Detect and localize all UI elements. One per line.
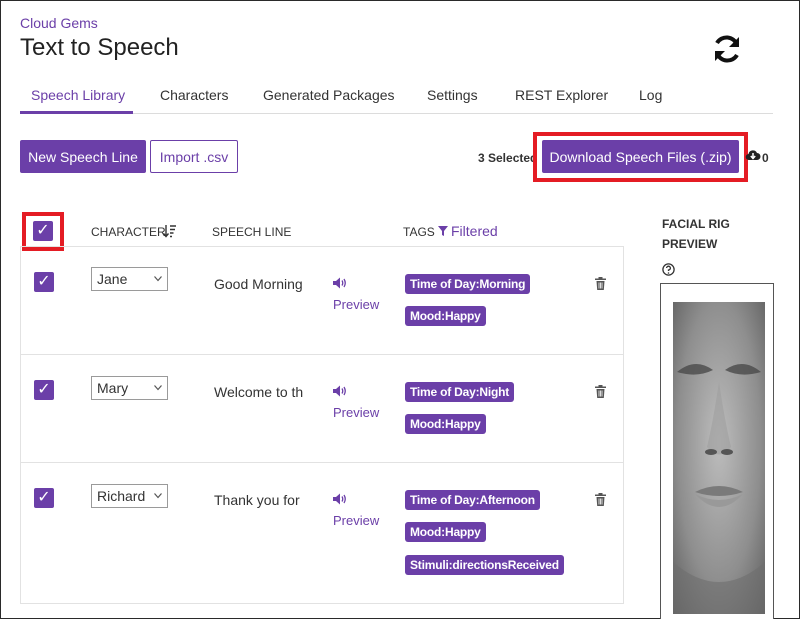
character-select-value: Jane <box>97 271 128 287</box>
download-speech-files-button[interactable]: Download Speech Files (.zip) <box>542 140 739 173</box>
speaker-icon[interactable] <box>333 277 347 289</box>
speaker-icon[interactable] <box>333 493 347 505</box>
refresh-icon[interactable] <box>710 33 744 65</box>
tag-badge[interactable]: Time of Day:Morning <box>405 274 531 294</box>
import-csv-button[interactable]: Import .csv <box>150 140 238 173</box>
speech-table <box>20 246 624 604</box>
filtered-link[interactable]: Filtered <box>451 223 498 239</box>
trash-icon[interactable] <box>595 385 606 398</box>
app-label[interactable]: Cloud Gems <box>20 15 98 31</box>
tag-badge[interactable]: Time of Day:Night <box>405 382 515 402</box>
speech-line-text[interactable]: Thank you for <box>214 492 308 508</box>
tag-badge[interactable]: Time of Day:Afternoon <box>405 490 540 510</box>
tab-speech-library[interactable]: Speech Library <box>31 87 125 103</box>
facial-rig-title-line2: PREVIEW <box>662 237 718 251</box>
tab-generated-packages[interactable]: Generated Packages <box>263 87 395 103</box>
column-character[interactable]: CHARACTER <box>91 225 166 239</box>
selected-count: 3 Selected <box>478 151 538 165</box>
trash-icon[interactable] <box>595 493 606 506</box>
facial-rig-title-line1: FACIAL RIG <box>662 217 730 231</box>
tag-badge[interactable]: Mood:Happy <box>405 414 486 434</box>
preview-link[interactable]: Preview <box>333 405 379 420</box>
character-select-richard[interactable]: Richard <box>91 484 168 508</box>
character-select-mary[interactable]: Mary <box>91 376 168 400</box>
row-checkbox-mary[interactable]: ✓ <box>34 380 54 400</box>
chevron-down-icon <box>154 276 162 282</box>
help-circle-icon[interactable] <box>662 263 675 276</box>
speech-line-text[interactable]: Welcome to th <box>214 384 308 400</box>
new-speech-line-button[interactable]: New Speech Line <box>20 140 146 173</box>
speech-line-text[interactable]: Good Morning <box>214 276 308 292</box>
select-all-checkbox[interactable]: ✓ <box>33 221 53 241</box>
row-divider <box>20 354 624 355</box>
character-select-value: Richard <box>97 488 146 504</box>
column-speech-line: SPEECH LINE <box>212 225 292 239</box>
tag-badge[interactable]: Mood:Happy <box>405 306 486 326</box>
tab-rest-explorer[interactable]: REST Explorer <box>515 87 608 103</box>
character-select-value: Mary <box>97 380 129 396</box>
tag-badge[interactable]: Stimuli:directionsReceived <box>405 555 564 575</box>
tab-log[interactable]: Log <box>639 87 662 103</box>
preview-link[interactable]: Preview <box>333 297 379 312</box>
preview-link[interactable]: Preview <box>333 513 379 528</box>
facial-rig-title: FACIAL RIG PREVIEW <box>662 214 730 254</box>
cloud-count: 0 <box>762 151 769 165</box>
facial-rig-preview-image[interactable] <box>673 302 765 614</box>
speaker-icon[interactable] <box>333 385 347 397</box>
row-divider <box>20 462 624 463</box>
tag-badge[interactable]: Mood:Happy <box>405 522 486 542</box>
chevron-down-icon <box>154 493 162 499</box>
row-checkbox-jane[interactable]: ✓ <box>34 272 54 292</box>
row-checkbox-richard[interactable]: ✓ <box>34 488 54 508</box>
filter-icon[interactable] <box>438 226 448 236</box>
cloud-download-icon[interactable] <box>745 148 761 162</box>
tab-characters[interactable]: Characters <box>160 87 228 103</box>
tab-bar: Speech Library Characters Generated Pack… <box>20 84 773 114</box>
column-tags: TAGS <box>403 225 435 239</box>
sort-icon[interactable] <box>163 224 177 238</box>
trash-icon[interactable] <box>595 277 606 290</box>
active-tab-indicator <box>20 111 133 114</box>
chevron-down-icon <box>154 385 162 391</box>
page-title: Text to Speech <box>20 34 179 61</box>
character-select-jane[interactable]: Jane <box>91 267 168 291</box>
tab-settings[interactable]: Settings <box>427 87 478 103</box>
